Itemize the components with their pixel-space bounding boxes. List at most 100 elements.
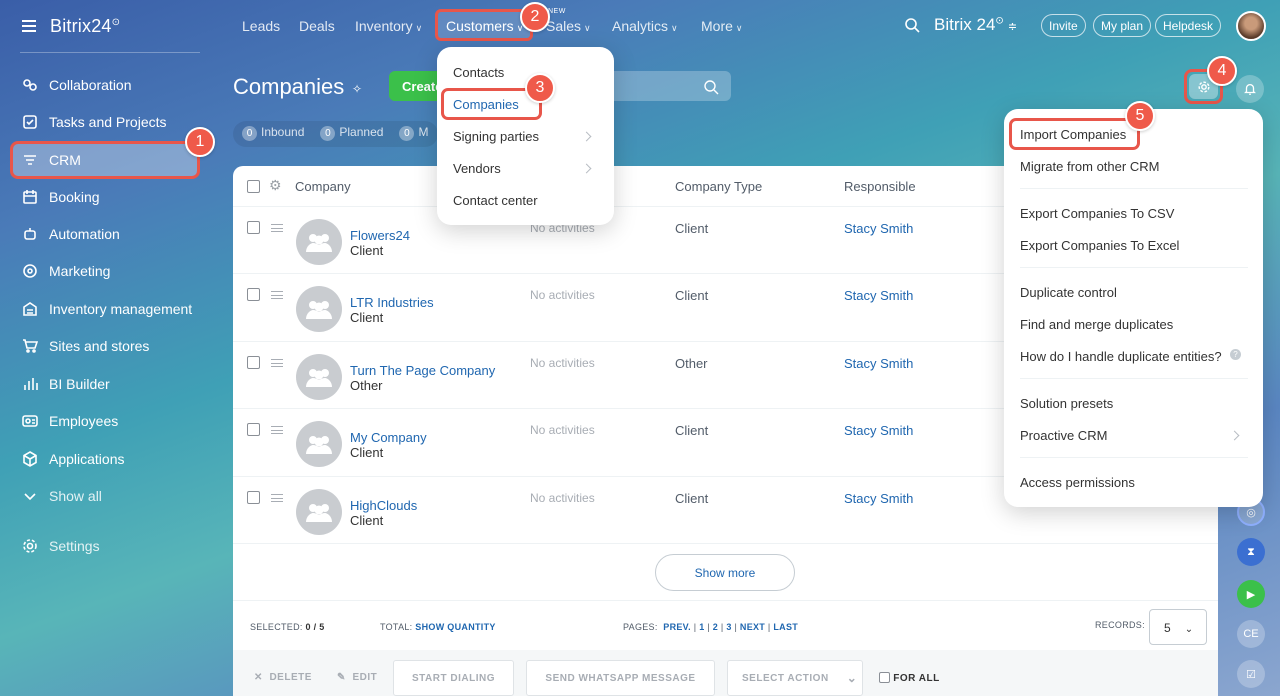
drag-handle-icon[interactable] — [271, 494, 283, 502]
menu-item-duplicate-help[interactable]: How do I handle duplicate entities? — [1020, 349, 1222, 364]
menu-item-signing-parties[interactable]: Signing parties — [453, 129, 539, 144]
sidebar-item-crm[interactable]: CRM — [10, 141, 200, 179]
page-2-link[interactable]: 2 — [713, 622, 718, 632]
start-dialing-button[interactable]: START DIALING — [393, 660, 514, 696]
menu-item-export-csv[interactable]: Export Companies To CSV — [1020, 206, 1174, 221]
column-settings-icon[interactable]: ⚙ — [269, 177, 282, 194]
select-action-dropdown[interactable]: SELECT ACTION ⌄ — [727, 660, 863, 696]
send-whatsapp-button[interactable]: SEND WHATSAPP MESSAGE — [526, 660, 715, 696]
page-1-link[interactable]: 1 — [699, 622, 704, 632]
sidebar-item-automation[interactable]: Automation — [10, 216, 200, 252]
row-checkbox[interactable] — [247, 356, 260, 369]
my-plan-button[interactable]: My plan — [1093, 14, 1152, 37]
row-checkbox[interactable] — [247, 491, 260, 504]
responsible-link[interactable]: Stacy Smith — [844, 356, 913, 371]
help-icon[interactable]: ? — [1230, 349, 1241, 360]
invite-button[interactable]: Invite — [1041, 14, 1086, 37]
row-checkbox[interactable] — [247, 423, 260, 436]
menu-item-duplicate-control[interactable]: Duplicate control — [1020, 285, 1117, 300]
responsible-link[interactable]: Stacy Smith — [844, 288, 913, 303]
row-checkbox[interactable] — [247, 288, 260, 301]
sidebar-item-applications[interactable]: Applications — [10, 441, 200, 477]
drag-handle-icon[interactable] — [271, 359, 283, 367]
nav-more[interactable]: More ∨ — [701, 18, 743, 34]
delete-action[interactable]: ✕ DELETE — [254, 672, 312, 683]
company-name-link[interactable]: My Company — [350, 430, 427, 445]
activity-status[interactable]: No activities — [530, 491, 595, 505]
company-name-link[interactable]: LTR Industries — [350, 295, 434, 310]
activity-status[interactable]: No activities — [530, 356, 595, 370]
rail-video-icon[interactable]: ▶ — [1237, 580, 1265, 608]
responsible-link[interactable]: Stacy Smith — [844, 491, 913, 506]
pin-icon[interactable]: ✧ — [352, 82, 362, 96]
menu-item-contact-center[interactable]: Contact center — [453, 193, 538, 208]
select-all-checkbox[interactable] — [247, 180, 260, 193]
drag-handle-icon[interactable] — [271, 224, 283, 232]
menu-item-solution-presets[interactable]: Solution presets — [1020, 396, 1113, 411]
menu-item-find-merge[interactable]: Find and merge duplicates — [1020, 317, 1173, 332]
notifications-button[interactable] — [1236, 75, 1264, 103]
drag-handle-icon[interactable] — [271, 426, 283, 434]
sidebar-item-marketing[interactable]: Marketing — [10, 253, 200, 289]
drag-handle-icon[interactable] — [271, 291, 283, 299]
row-checkbox[interactable] — [247, 221, 260, 234]
company-name-link[interactable]: Turn The Page Company — [350, 363, 495, 378]
sidebar-item-bi-builder[interactable]: BI Builder — [10, 366, 200, 402]
edit-action[interactable]: ✎ EDIT — [337, 672, 377, 683]
menu-item-access-permissions[interactable]: Access permissions — [1020, 475, 1135, 490]
header-company[interactable]: Company — [295, 179, 351, 194]
page-3-link[interactable]: 3 — [726, 622, 731, 632]
show-quantity-link[interactable]: SHOW QUANTITY — [415, 622, 495, 632]
menu-item-contacts[interactable]: Contacts — [453, 65, 504, 80]
nav-inventory[interactable]: Inventory ∨ — [355, 18, 422, 34]
activity-status[interactable]: No activities — [530, 288, 595, 302]
header-company-type[interactable]: Company Type — [675, 179, 762, 194]
rail-ce-avatar[interactable]: CE — [1237, 620, 1265, 648]
responsible-link[interactable]: Stacy Smith — [844, 423, 913, 438]
for-all-checkbox[interactable]: FOR ALL — [879, 672, 940, 684]
rail-hourglass-icon[interactable]: ⧗ — [1237, 538, 1265, 566]
menu-item-migrate-crm[interactable]: Migrate from other CRM — [1020, 159, 1159, 174]
counter-more[interactable]: 0M — [399, 125, 428, 141]
nav-sales[interactable]: Sales ∨ — [546, 18, 591, 34]
chevron-right-icon — [581, 163, 592, 174]
company-name-link[interactable]: Flowers24 — [350, 228, 410, 243]
records-per-page-select[interactable]: 5 ⌄ — [1149, 609, 1207, 645]
company-avatar — [296, 421, 342, 467]
helpdesk-button[interactable]: Helpdesk — [1155, 14, 1222, 37]
nav-deals[interactable]: Deals — [299, 18, 335, 34]
brand-logo[interactable]: Bitrix 24⊙≑ — [934, 15, 1017, 35]
counter-planned[interactable]: 0 Planned — [320, 125, 383, 141]
for-all-box[interactable] — [879, 672, 890, 683]
sidebar-item-settings[interactable]: Settings — [10, 528, 200, 564]
nav-customers[interactable]: Customers ∨ — [446, 18, 523, 34]
show-more-button[interactable]: Show more — [655, 554, 795, 591]
sidebar-item-tasks[interactable]: Tasks and Projects — [10, 104, 200, 140]
sidebar-item-booking[interactable]: Booking — [10, 179, 200, 215]
menu-burger-icon[interactable] — [22, 20, 36, 32]
create-button[interactable]: Create — [389, 71, 444, 101]
prev-page-link[interactable]: PREV. — [663, 622, 691, 632]
last-page-link[interactable]: LAST — [773, 622, 798, 632]
nav-analytics[interactable]: Analytics ∨ — [612, 18, 678, 34]
sidebar-show-all[interactable]: Show all — [10, 478, 200, 514]
responsible-link[interactable]: Stacy Smith — [844, 221, 913, 236]
activity-status[interactable]: No activities — [530, 423, 595, 437]
avatar[interactable] — [1236, 11, 1266, 41]
menu-item-proactive-crm[interactable]: Proactive CRM — [1020, 428, 1107, 443]
search-input[interactable] — [612, 71, 731, 101]
counter-inbound[interactable]: 0 Inbound — [242, 125, 304, 141]
sidebar-item-collaboration[interactable]: Collaboration — [10, 67, 200, 103]
menu-item-export-excel[interactable]: Export Companies To Excel — [1020, 238, 1179, 253]
logo[interactable]: Bitrix24⊙ — [50, 16, 120, 37]
company-name-link[interactable]: HighClouds — [350, 498, 417, 513]
menu-item-vendors[interactable]: Vendors — [453, 161, 501, 176]
sidebar-item-sites[interactable]: Sites and stores — [10, 328, 200, 364]
sidebar-item-inventory[interactable]: Inventory management — [10, 291, 200, 327]
next-page-link[interactable]: NEXT — [740, 622, 765, 632]
header-responsible[interactable]: Responsible — [844, 179, 916, 194]
rail-tasks-icon[interactable]: ☑ — [1237, 660, 1265, 688]
nav-leads[interactable]: Leads — [242, 18, 280, 34]
sidebar-item-employees[interactable]: Employees — [10, 403, 200, 439]
search-icon[interactable] — [904, 17, 920, 33]
